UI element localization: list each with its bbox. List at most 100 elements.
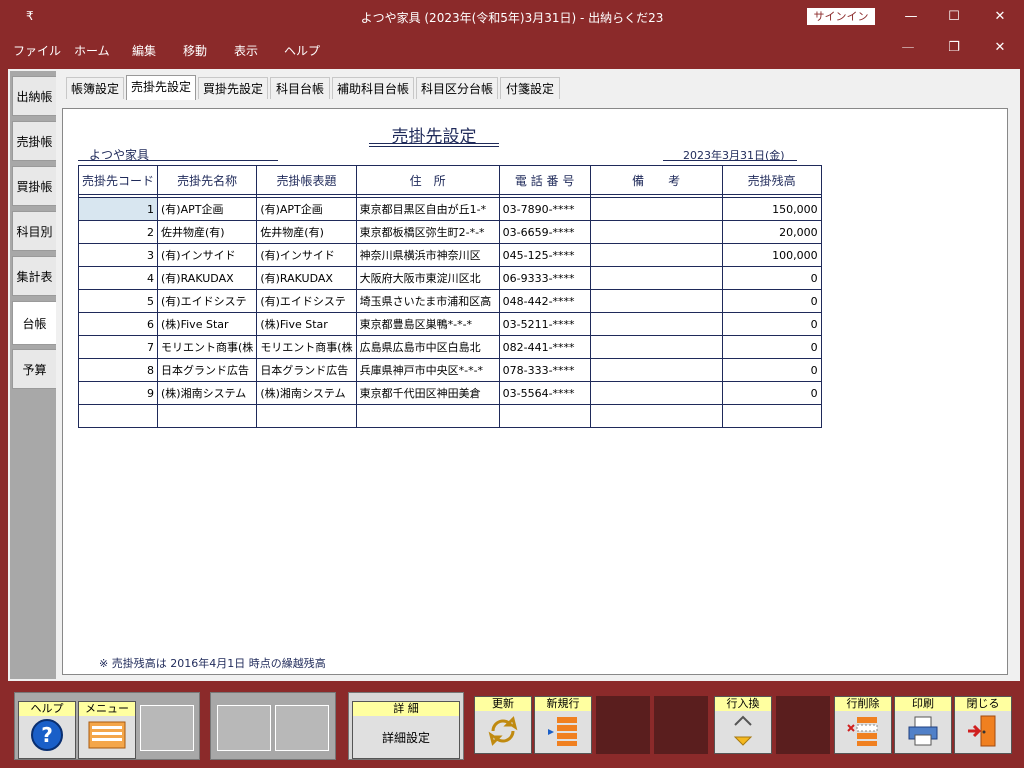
cell-address[interactable]: 神奈川県横浜市神奈川区 bbox=[355, 243, 500, 267]
table-row[interactable]: 4 (有)RAKUDAX (有)RAKUDAX 大阪府大阪市東淀川区北 06-9333-… bbox=[77, 266, 822, 290]
cell-remarks[interactable] bbox=[589, 289, 723, 313]
cell-ledger-title[interactable]: 佐井物産(有) bbox=[256, 220, 357, 244]
tab-account-class-ledger[interactable]: 科目区分台帳 bbox=[416, 77, 498, 99]
table-row[interactable]: 8 日本グランド広告 日本グランド広告 兵庫県神戸市中央区*-*-* 078-333-*… bbox=[77, 358, 822, 382]
cell-remarks[interactable] bbox=[589, 243, 723, 267]
cell-ledger-title[interactable] bbox=[256, 404, 357, 428]
maximize-button[interactable]: ☐ bbox=[941, 6, 967, 28]
cell-name[interactable]: 日本グランド広告 bbox=[157, 358, 258, 382]
cell-code[interactable]: 5 bbox=[77, 289, 159, 313]
cell-ledger-title[interactable]: (株)Five Star bbox=[256, 312, 357, 336]
cell-phone[interactable]: 03-5211-**** bbox=[498, 312, 591, 336]
cell-balance[interactable]: 0 bbox=[721, 266, 822, 290]
row-delete-button[interactable]: 行削除 bbox=[834, 696, 892, 754]
cell-name[interactable]: モリエント商事(株 bbox=[157, 335, 258, 359]
table-row[interactable] bbox=[77, 404, 822, 428]
cell-phone[interactable]: 078-333-**** bbox=[498, 358, 591, 382]
detail-settings-button[interactable]: 詳 細 詳細設定 bbox=[352, 701, 460, 759]
cell-balance[interactable] bbox=[721, 404, 822, 428]
cell-balance[interactable]: 0 bbox=[721, 358, 822, 382]
close-button[interactable]: ✕ bbox=[987, 6, 1013, 28]
cell-ledger-title[interactable]: (株)湘南システム bbox=[256, 381, 357, 405]
cell-phone[interactable]: 03-7890-**** bbox=[498, 197, 591, 221]
cell-name[interactable]: (有)APT企画 bbox=[157, 197, 258, 221]
cell-remarks[interactable] bbox=[589, 358, 723, 382]
left-tab-summary[interactable]: 集計表 bbox=[12, 256, 56, 296]
cell-remarks[interactable] bbox=[589, 197, 723, 221]
cell-address[interactable]: 大阪府大阪市東淀川区北 bbox=[355, 266, 500, 290]
cell-name[interactable]: (有)RAKUDAX bbox=[157, 266, 258, 290]
cell-phone[interactable]: 048-442-**** bbox=[498, 289, 591, 313]
menu-home[interactable]: ホーム bbox=[74, 42, 110, 59]
row-swap-button[interactable]: 行入換 bbox=[714, 696, 772, 754]
cell-address[interactable]: 東京都目黒区自由が丘1-* bbox=[355, 197, 500, 221]
cell-remarks[interactable] bbox=[589, 335, 723, 359]
cell-name[interactable]: (株)Five Star bbox=[157, 312, 258, 336]
left-tab-by-account[interactable]: 科目別 bbox=[12, 211, 56, 251]
help-button[interactable]: ヘルプ ? bbox=[18, 701, 76, 759]
left-tab-budget[interactable]: 予算 bbox=[12, 349, 56, 389]
table-row[interactable]: 3 (有)インサイド (有)インサイド 神奈川県横浜市神奈川区 045-125-****… bbox=[77, 243, 822, 267]
cell-code[interactable]: 4 bbox=[77, 266, 159, 290]
cell-balance[interactable]: 20,000 bbox=[721, 220, 822, 244]
cell-address[interactable]: 東京都千代田区神田美倉 bbox=[355, 381, 500, 405]
cell-phone[interactable]: 03-6659-**** bbox=[498, 220, 591, 244]
cell-phone[interactable]: 03-5564-**** bbox=[498, 381, 591, 405]
cell-address[interactable]: 広島県広島市中区白島北 bbox=[355, 335, 500, 359]
cell-address[interactable]: 東京都豊島区巣鴨*-*-* bbox=[355, 312, 500, 336]
cell-ledger-title[interactable]: (有)インサイド bbox=[256, 243, 357, 267]
cell-remarks[interactable] bbox=[589, 266, 723, 290]
menu-file[interactable]: ファイル bbox=[13, 42, 61, 59]
cell-code[interactable]: 3 bbox=[77, 243, 159, 267]
left-tab-receivables[interactable]: 売掛帳 bbox=[12, 121, 56, 161]
cell-ledger-title[interactable]: (有)RAKUDAX bbox=[256, 266, 357, 290]
cell-phone[interactable] bbox=[498, 404, 591, 428]
cell-name[interactable]: (株)湘南システム bbox=[157, 381, 258, 405]
tab-receivable-settings[interactable]: 売掛先設定 bbox=[126, 75, 196, 100]
cell-balance[interactable]: 0 bbox=[721, 335, 822, 359]
cell-balance[interactable]: 100,000 bbox=[721, 243, 822, 267]
doc-restore-button[interactable]: ❐ bbox=[944, 40, 964, 55]
update-button[interactable]: 更新 bbox=[474, 696, 532, 754]
menu-view[interactable]: 表示 bbox=[234, 42, 258, 59]
table-row[interactable]: 9 (株)湘南システム (株)湘南システム 東京都千代田区神田美倉 03-5564-**… bbox=[77, 381, 822, 405]
menu-edit[interactable]: 編集 bbox=[132, 42, 156, 59]
cell-balance[interactable]: 0 bbox=[721, 312, 822, 336]
cell-code[interactable]: 2 bbox=[77, 220, 159, 244]
cell-remarks[interactable] bbox=[589, 312, 723, 336]
cell-name[interactable]: 佐井物産(有) bbox=[157, 220, 258, 244]
left-tab-ledger[interactable]: 台帳 bbox=[12, 301, 56, 345]
menu-help[interactable]: ヘルプ bbox=[284, 42, 320, 59]
cell-balance[interactable]: 0 bbox=[721, 289, 822, 313]
cell-ledger-title[interactable]: モリエント商事(株 bbox=[256, 335, 357, 359]
table-row[interactable]: 7 モリエント商事(株 モリエント商事(株 広島県広島市中区白島北 082-441-**… bbox=[77, 335, 822, 359]
cell-code[interactable]: 6 bbox=[77, 312, 159, 336]
cell-address[interactable]: 東京都板橋区弥生町2-*-* bbox=[355, 220, 500, 244]
cell-ledger-title[interactable]: (有)エイドシステ bbox=[256, 289, 357, 313]
cell-code[interactable] bbox=[77, 404, 159, 428]
table-row[interactable]: 6 (株)Five Star (株)Five Star 東京都豊島区巣鴨*-*-* 03… bbox=[77, 312, 822, 336]
cell-remarks[interactable] bbox=[589, 381, 723, 405]
cell-ledger-title[interactable]: (有)APT企画 bbox=[256, 197, 357, 221]
cell-name[interactable]: (有)エイドシステ bbox=[157, 289, 258, 313]
cell-phone[interactable]: 082-441-**** bbox=[498, 335, 591, 359]
cell-phone[interactable]: 045-125-**** bbox=[498, 243, 591, 267]
table-row[interactable]: 5 (有)エイドシステ (有)エイドシステ 埼玉県さいたま市浦和区高 048-442-*… bbox=[77, 289, 822, 313]
cell-remarks[interactable] bbox=[589, 404, 723, 428]
print-button[interactable]: 印刷 bbox=[894, 696, 952, 754]
cell-code[interactable]: 8 bbox=[77, 358, 159, 382]
table-row[interactable]: 2 佐井物産(有) 佐井物産(有) 東京都板橋区弥生町2-*-* 03-6659-***… bbox=[77, 220, 822, 244]
cell-address[interactable]: 埼玉県さいたま市浦和区高 bbox=[355, 289, 500, 313]
left-tab-payables[interactable]: 買掛帳 bbox=[12, 166, 56, 206]
cell-address[interactable]: 兵庫県神戸市中央区*-*-* bbox=[355, 358, 500, 382]
cell-name[interactable]: (有)インサイド bbox=[157, 243, 258, 267]
menu-move[interactable]: 移動 bbox=[183, 42, 207, 59]
tab-book-settings[interactable]: 帳簿設定 bbox=[66, 77, 124, 99]
doc-minimize-button[interactable]: — bbox=[898, 40, 918, 55]
tab-sub-account-ledger[interactable]: 補助科目台帳 bbox=[332, 77, 414, 99]
table-row[interactable]: 1 (有)APT企画 (有)APT企画 東京都目黒区自由が丘1-* 03-7890-**… bbox=[77, 197, 822, 221]
cell-code[interactable]: 7 bbox=[77, 335, 159, 359]
doc-close-button[interactable]: ✕ bbox=[990, 40, 1010, 55]
new-row-button[interactable]: 新規行 bbox=[534, 696, 592, 754]
cell-balance[interactable]: 150,000 bbox=[721, 197, 822, 221]
